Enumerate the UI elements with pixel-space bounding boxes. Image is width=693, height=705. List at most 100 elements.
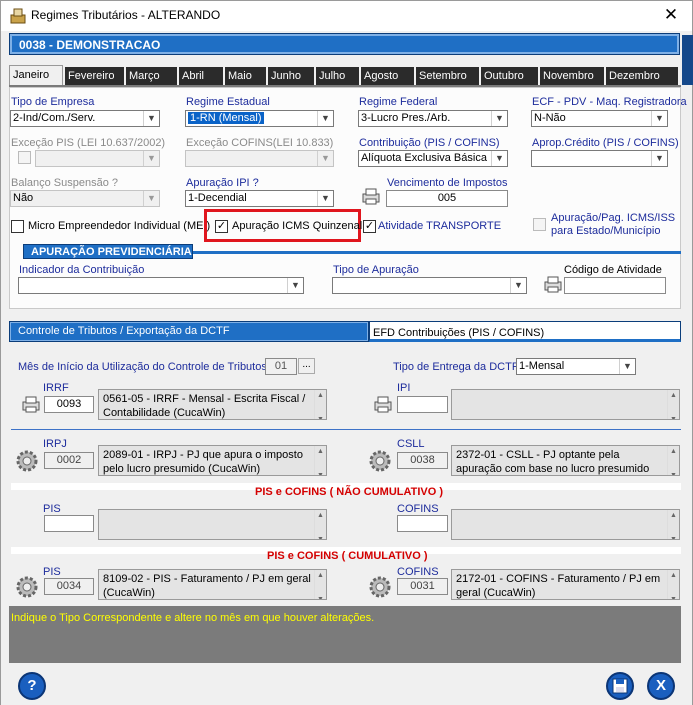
app-icon [10,8,26,24]
regime-federal-select[interactable]: 3-Lucro Pres./Arb. ▼ [358,110,508,127]
window: Regimes Tributários - ALTERANDO ✕ 0038 -… [0,0,693,705]
mei-checkbox[interactable] [11,220,24,233]
tipo-entrega-value: 1-Mensal [519,360,565,372]
balanco-select[interactable]: Não ▼ [10,190,160,207]
irrf-description: 0561-05 - IRRF - Mensal - Escrita Fiscal… [98,389,327,420]
previdenciaria-header: APURAÇÃO PREVIDENCIÁRIA [23,244,193,259]
apuracao-ipi-select[interactable]: 1-Decendial ▼ [185,190,334,207]
mes-inicio-input[interactable]: 01 [265,358,297,375]
scrollbar[interactable]: ▲ ▼ [667,510,679,539]
contribuicao-value: Alíquota Exclusiva Básica [361,152,487,164]
irpj-code-input[interactable]: 0002 [44,452,94,469]
indicador-select[interactable]: ▼ [18,277,304,294]
scrollbar[interactable]: ▲ ▼ [667,446,679,475]
tab-efd-contribuicoes[interactable]: EFD Contribuições (PIS / COFINS) [369,321,681,342]
chevron-down-icon: ▼ [491,151,507,166]
csll-code-input[interactable]: 0038 [397,452,448,469]
tab-junho[interactable]: Junho [268,67,316,86]
ipi-code-input[interactable] [397,396,448,413]
icms-quinzenal-label: Apuração ICMS Quinzenal [232,220,363,232]
contribuicao-label: Contribuição (PIS / COFINS) [359,137,500,149]
scrollbar[interactable]: ▲ ▼ [314,510,326,539]
exit-button[interactable]: X [647,672,675,700]
save-button[interactable] [606,672,634,700]
scrollbar[interactable]: ▲ ▼ [314,446,326,475]
excecao-pis-label: Exceção PIS (LEI 10.637/2002) [11,137,166,149]
printer-icon[interactable] [543,275,563,293]
vencimento-input[interactable]: 005 [386,190,508,207]
help-button[interactable]: ? [18,672,46,700]
tab-agosto[interactable]: Agosto [361,67,416,86]
apuracao-pag-checkbox[interactable] [533,218,546,231]
chevron-down-icon: ▼ [491,111,507,126]
chevron-down-icon: ▼ [317,111,333,126]
excecao-cofins-select[interactable]: ▼ [185,150,334,167]
scrollbar[interactable]: ▲ ▼ [314,570,326,599]
cofins-nc-code-input[interactable] [397,515,448,532]
irrf-label: IRRF [43,382,69,394]
tab-dezembro[interactable]: Dezembro [606,67,680,86]
apuracao-ipi-value: 1-Decendial [188,192,247,204]
irpj-label: IRPJ [43,438,67,450]
cofins-c-description: 2172-01 - COFINS - Faturamento / PJ em g… [451,569,680,600]
ecf-select[interactable]: N-Não ▼ [531,110,668,127]
codigo-atividade-input[interactable] [564,277,666,294]
month-tabs: Janeiro Fevereiro Março Abril Maio Junho… [9,65,680,86]
regime-estadual-label: Regime Estadual [186,96,270,108]
tipo-apuracao-label: Tipo de Apuração [333,264,419,276]
regime-estadual-select[interactable]: 1-RN (Mensal) ▼ [185,110,334,127]
excecao-pis-select[interactable]: ▼ [35,150,160,167]
cofins-c-label: COFINS [397,566,439,578]
tab-controle-tributos[interactable]: Controle de Tributos / Exportação da DCT… [9,321,369,342]
pis-nc-code-input[interactable] [44,515,94,532]
regime-federal-label: Regime Federal [359,96,438,108]
bottom-bar: ? X [1,663,692,705]
chevron-down-icon: ▼ [287,278,303,293]
tipo-entrega-select[interactable]: 1-Mensal ▼ [516,358,636,375]
pis-c-code-input[interactable]: 0034 [44,578,94,595]
browse-button[interactable]: ... [298,358,315,374]
close-icon[interactable]: ✕ [661,5,681,25]
irrf-code-input[interactable]: 0093 [44,396,94,413]
scrollbar[interactable]: ▲ ▼ [667,570,679,599]
pis-nc-label: PIS [43,503,61,515]
excecao-pis-checkbox[interactable] [18,151,31,164]
cumulativo-header: PIS e COFINS ( CUMULATIVO ) [267,550,428,562]
contribuicao-select[interactable]: Alíquota Exclusiva Básica ▼ [358,150,508,167]
scrollbar[interactable]: ▲ ▼ [314,390,326,419]
tab-marco[interactable]: Março [126,67,179,86]
irpj-description: 2089-01 - IRPJ - PJ que apura o imposto … [98,445,327,476]
gear-icon[interactable] [368,450,392,472]
tab-janeiro[interactable]: Janeiro [9,65,63,86]
aprop-credito-select[interactable]: ▼ [531,150,668,167]
gear-icon[interactable] [15,576,39,598]
icms-quinzenal-checkbox[interactable]: ✓ [215,220,228,233]
cofins-c-code-input[interactable]: 0031 [397,578,448,595]
tab-maio[interactable]: Maio [225,67,268,86]
tipo-empresa-select[interactable]: 2-Ind/Com./Serv. ▼ [10,110,160,127]
tipo-empresa-label: Tipo de Empresa [11,96,95,108]
tab-abril[interactable]: Abril [179,67,225,86]
printer-icon[interactable] [21,395,41,413]
printer-icon[interactable] [361,187,381,205]
pis-c-description: 8109-02 - PIS - Faturamento / PJ em gera… [98,569,327,600]
scrollbar[interactable]: ▲ ▼ [667,390,679,419]
company-header: 0038 - DEMONSTRACAO [9,33,680,55]
gear-icon[interactable] [15,450,39,472]
tab-novembro[interactable]: Novembro [540,67,606,86]
irpj-description-text: 2089-01 - IRPJ - PJ que apura o imposto … [103,449,303,475]
chevron-down-icon: ▼ [619,359,635,374]
tab-fevereiro[interactable]: Fevereiro [65,67,126,86]
ipi-description: ▲ ▼ [451,389,680,420]
tipo-apuracao-select[interactable]: ▼ [332,277,527,294]
tab-outubro[interactable]: Outubro [481,67,540,86]
transporte-checkbox[interactable]: ✓ [363,220,376,233]
tab-setembro[interactable]: Setembro [416,67,481,86]
previdenciaria-line [193,251,681,254]
printer-icon[interactable] [373,395,393,413]
gear-icon[interactable] [368,576,392,598]
cofins-c-description-text: 2172-01 - COFINS - Faturamento / PJ em g… [456,573,661,599]
tipo-entrega-label: Tipo de Entrega da DCTF: [393,361,522,373]
tab-julho[interactable]: Julho [316,67,361,86]
regime-federal-value: 3-Lucro Pres./Arb. [361,112,451,124]
